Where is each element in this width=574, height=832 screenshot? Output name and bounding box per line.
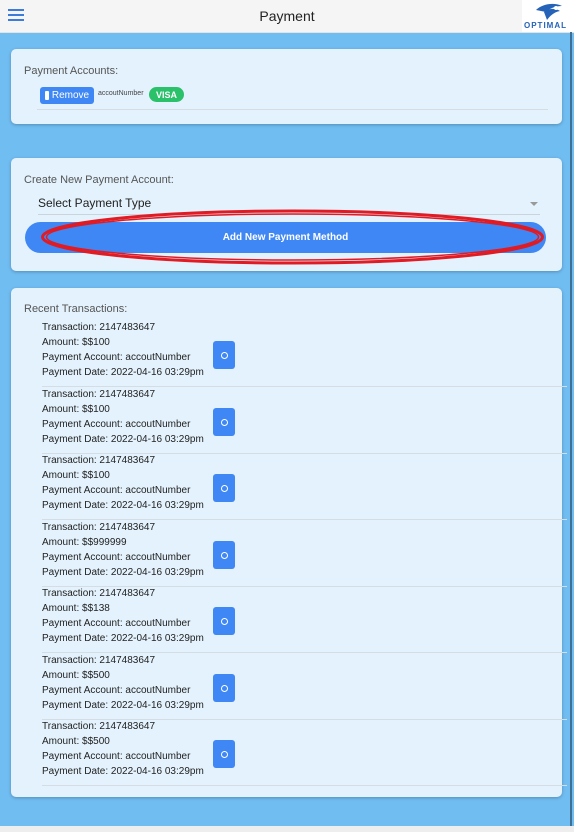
- transaction-date: Payment Date: 2022-04-16 03:29pm: [42, 500, 204, 511]
- payment-accounts-card: Payment Accounts: Remove accoutNumber VI…: [11, 49, 562, 124]
- optimal-logo: OPTIMAL: [522, 0, 574, 32]
- transaction-amount: Amount: $$100: [42, 470, 110, 481]
- transaction-account: Payment Account: accoutNumber: [42, 685, 191, 696]
- transaction-amount: Amount: $$999999: [42, 537, 127, 548]
- transaction-date: Payment Date: 2022-04-16 03:29pm: [42, 567, 204, 578]
- transaction-id: Transaction: 2147483647: [42, 322, 156, 333]
- scrollbar[interactable]: [570, 32, 572, 826]
- transaction-id: Transaction: 2147483647: [42, 721, 156, 732]
- logo-mark-icon: [536, 3, 562, 20]
- transaction-date: Payment Date: 2022-04-16 03:29pm: [42, 700, 204, 711]
- search-icon: [220, 418, 228, 426]
- transaction-amount: Amount: $$100: [42, 337, 110, 348]
- search-icon: [220, 484, 228, 492]
- visa-badge: VISA: [149, 87, 185, 102]
- transactions-label: Recent Transactions:: [24, 303, 128, 315]
- transaction-account: Payment Account: accoutNumber: [42, 419, 191, 430]
- search-icon: [220, 551, 228, 559]
- create-account-label: Create New Payment Account:: [24, 174, 174, 186]
- app-header: Payment OPTIMAL: [0, 0, 574, 33]
- account-number: accoutNumber: [98, 90, 144, 97]
- annotation-ellipse: [41, 209, 544, 265]
- transaction-row: Transaction: 2147483647 Amount: $$500 Pa…: [42, 719, 567, 786]
- transaction-row: Transaction: 2147483647 Amount: $$100 Pa…: [42, 453, 567, 520]
- view-transaction-button[interactable]: [213, 740, 235, 768]
- transaction-row: Transaction: 2147483647 Amount: $$500 Pa…: [42, 653, 567, 720]
- transaction-account: Payment Account: accoutNumber: [42, 618, 191, 629]
- logo-text: OPTIMAL: [524, 21, 567, 30]
- transaction-amount: Amount: $$100: [42, 404, 110, 415]
- view-transaction-button[interactable]: [213, 674, 235, 702]
- remove-button-label: Remove: [51, 90, 90, 101]
- transaction-row: Transaction: 2147483647 Amount: $$100 Pa…: [42, 387, 567, 454]
- transaction-account: Payment Account: accoutNumber: [42, 552, 191, 563]
- transaction-amount: Amount: $$500: [42, 736, 110, 747]
- view-transaction-button[interactable]: [213, 607, 235, 635]
- transaction-date: Payment Date: 2022-04-16 03:29pm: [42, 633, 204, 644]
- transaction-row: Transaction: 2147483647 Amount: $$999999…: [42, 520, 567, 587]
- transaction-date: Payment Date: 2022-04-16 03:29pm: [42, 434, 204, 445]
- search-icon: [220, 750, 228, 758]
- payment-accounts-label: Payment Accounts:: [24, 65, 119, 77]
- transaction-id: Transaction: 2147483647: [42, 588, 156, 599]
- transaction-id: Transaction: 2147483647: [42, 389, 156, 400]
- search-icon: [220, 617, 228, 625]
- transaction-id: Transaction: 2147483647: [42, 655, 156, 666]
- transaction-id: Transaction: 2147483647: [42, 455, 156, 466]
- transaction-account: Payment Account: accoutNumber: [42, 751, 191, 762]
- transaction-id: Transaction: 2147483647: [42, 522, 156, 533]
- view-transaction-button[interactable]: [213, 341, 235, 369]
- view-transaction-button[interactable]: [213, 541, 235, 569]
- transaction-account: Payment Account: accoutNumber: [42, 485, 191, 496]
- transactions-card: Recent Transactions: Transaction: 214748…: [11, 288, 567, 797]
- create-account-card: Create New Payment Account: Select Payme…: [11, 158, 562, 271]
- transaction-amount: Amount: $$138: [42, 603, 110, 614]
- transaction-date: Payment Date: 2022-04-16 03:29pm: [42, 367, 204, 378]
- transaction-amount: Amount: $$500: [42, 670, 110, 681]
- view-transaction-button[interactable]: [213, 474, 235, 502]
- transaction-account: Payment Account: accoutNumber: [42, 352, 191, 363]
- divider: [37, 109, 548, 110]
- page-title: Payment: [259, 8, 315, 24]
- bottom-edge: [0, 826, 574, 832]
- view-transaction-button[interactable]: [213, 408, 235, 436]
- transaction-row: Transaction: 2147483647 Amount: $$138 Pa…: [42, 586, 567, 653]
- remove-account-button[interactable]: Remove: [40, 87, 94, 104]
- transaction-date: Payment Date: 2022-04-16 03:29pm: [42, 766, 204, 777]
- credit-card-icon: [44, 91, 49, 100]
- chevron-down-icon: [530, 202, 538, 206]
- transaction-row: Transaction: 2147483647 Amount: $$100 Pa…: [42, 320, 567, 387]
- search-icon: [220, 684, 228, 692]
- search-icon: [220, 351, 228, 359]
